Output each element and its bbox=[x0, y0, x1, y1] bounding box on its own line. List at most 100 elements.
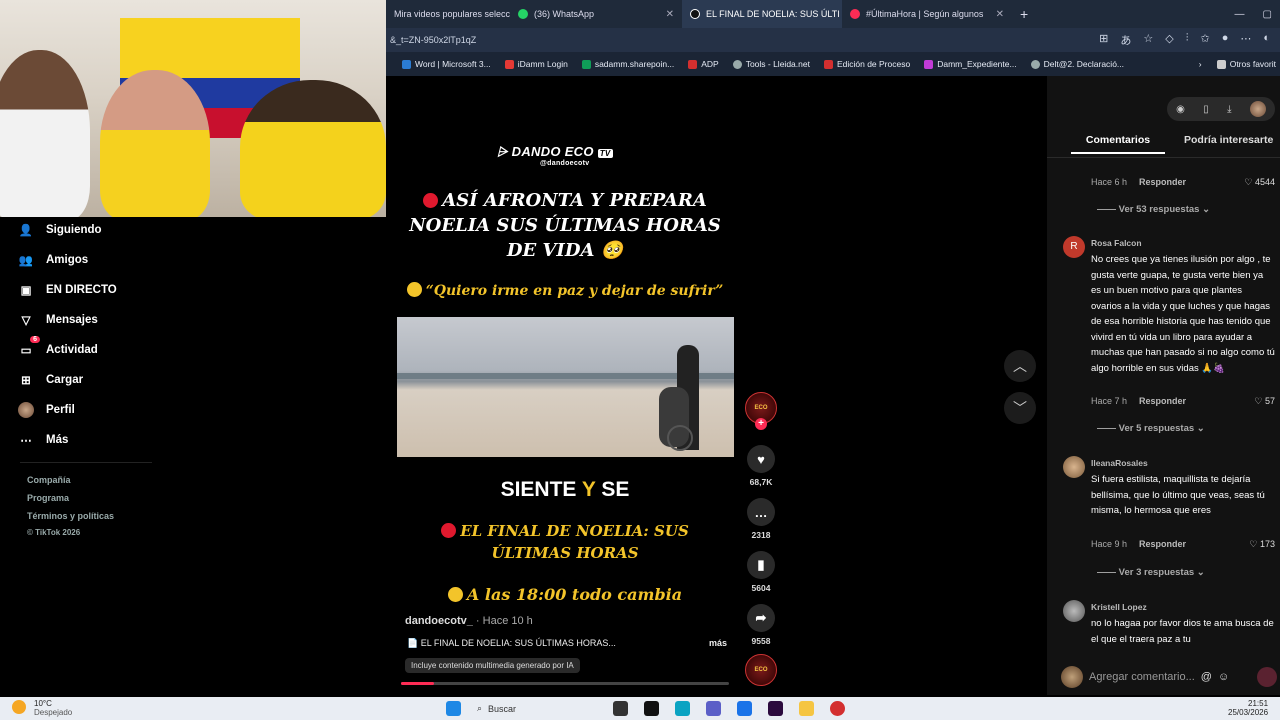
video-progress-bar[interactable] bbox=[401, 682, 729, 685]
footer-link[interactable]: Compañía bbox=[27, 475, 71, 485]
reply-button[interactable]: Responder bbox=[1139, 396, 1186, 407]
bookmark-item[interactable]: ADP bbox=[688, 59, 719, 69]
comment-button[interactable]: … 2318 bbox=[743, 498, 779, 540]
view-replies-label: Ver 5 respuestas bbox=[1118, 423, 1195, 434]
close-icon[interactable]: ✕ bbox=[666, 9, 674, 20]
creator-avatar[interactable]: ECO + bbox=[743, 392, 779, 430]
star-icon[interactable]: ☆ bbox=[1143, 32, 1153, 48]
chevron-down-icon: ﹀ bbox=[1013, 400, 1027, 416]
extensions-icon[interactable]: ◇ bbox=[1165, 32, 1173, 48]
browser-tab[interactable]: Mira videos populares seleccio✕ bbox=[386, 0, 510, 28]
view-replies-button[interactable]: —— Ver 5 respuestas ⌄ bbox=[1097, 423, 1205, 434]
split-icon[interactable]: ⫶ bbox=[1186, 32, 1189, 48]
commenter-avatar[interactable] bbox=[1063, 456, 1085, 478]
video-player[interactable]: ⩥ DANDO ECO TV @dandoecotv ASÍ AFRONTA Y … bbox=[387, 76, 743, 690]
like-button[interactable]: ♥ 68,7K bbox=[743, 445, 779, 487]
comment-input[interactable]: Agregar comentario... bbox=[1089, 671, 1195, 683]
video-frame-beach bbox=[397, 317, 734, 457]
bookmark-item[interactable]: Edición de Proceso bbox=[823, 59, 910, 69]
tab-podria-interesarte[interactable]: Podría interesarte bbox=[1184, 134, 1273, 146]
comment-meta: Hace 6 h Responder ♡ 4544 bbox=[1091, 177, 1275, 188]
sidebar-item-amigos[interactable]: 👥 Amigos bbox=[18, 252, 88, 268]
phone-icon[interactable]: ▯ bbox=[1203, 104, 1209, 115]
browser-tab[interactable]: (36) WhatsApp ✕ bbox=[510, 0, 682, 28]
author-name[interactable]: dandoecotv_ bbox=[405, 615, 473, 627]
bookmark-folder[interactable]: › Otros favorit bbox=[1199, 59, 1280, 69]
commenter-name[interactable]: Rosa Falcon bbox=[1091, 236, 1142, 252]
commenter-avatar[interactable] bbox=[1063, 600, 1085, 622]
compass-icon[interactable]: ◉ bbox=[1176, 104, 1185, 115]
sidebar-item-mas[interactable]: ⋯ Más bbox=[18, 432, 68, 448]
menu-dots-icon[interactable]: ⋯ bbox=[1240, 32, 1251, 48]
reply-button[interactable]: Responder bbox=[1139, 177, 1186, 188]
footer-link[interactable]: Programa bbox=[27, 493, 69, 503]
send-button[interactable] bbox=[1257, 667, 1277, 687]
teams-icon[interactable] bbox=[706, 701, 721, 716]
final-text: EL FINAL DE NOELIA: SUS bbox=[460, 522, 689, 540]
close-icon[interactable]: ✕ bbox=[996, 9, 1004, 20]
previous-video-button[interactable]: ︿ bbox=[1004, 350, 1036, 382]
sidebar-item-en-directo[interactable]: ▣ EN DIRECTO bbox=[18, 282, 117, 298]
app-icon[interactable]: ⊞ bbox=[1099, 32, 1108, 48]
sound-disc-icon[interactable]: ECO bbox=[745, 654, 777, 686]
weather-widget[interactable]: 10°C Despejado bbox=[34, 699, 72, 717]
view-replies-button[interactable]: —— Ver 53 respuestas ⌄ bbox=[1097, 204, 1210, 215]
bookmark-item[interactable]: iDamm Login bbox=[504, 59, 568, 69]
tiktok-app-icon[interactable] bbox=[644, 701, 659, 716]
tab-comentarios[interactable]: Comentarios bbox=[1071, 134, 1165, 154]
translate-icon[interactable]: あ bbox=[1120, 32, 1131, 48]
red-circle-icon bbox=[441, 523, 457, 538]
follow-plus-icon[interactable]: + bbox=[755, 418, 767, 430]
system-clock[interactable]: 21:51 25/03/2026 bbox=[1228, 699, 1268, 717]
profile-avatar-icon[interactable]: ● bbox=[1222, 32, 1229, 48]
task-view-icon[interactable] bbox=[613, 701, 628, 716]
bookmark-item[interactable]: Damm_Expediente... bbox=[924, 59, 1017, 69]
bookmark-item[interactable]: Tools - Lleida.net bbox=[732, 59, 810, 69]
browser-tab-active[interactable]: EL FINAL DE NOELIA: SUS ÚLTI✕ bbox=[682, 0, 842, 28]
reply-button[interactable]: Responder bbox=[1139, 539, 1186, 550]
chevron-right-icon[interactable]: › bbox=[1199, 59, 1202, 69]
edge-icon[interactable] bbox=[675, 701, 690, 716]
video-author[interactable]: dandoecotv_ · Hace 10 h bbox=[405, 615, 533, 627]
next-video-button[interactable]: ﹀ bbox=[1004, 392, 1036, 424]
mention-icon[interactable]: @ bbox=[1201, 671, 1212, 683]
save-button[interactable]: ▮ 5604 bbox=[743, 551, 779, 593]
copilot-icon[interactable]: ◐ bbox=[1263, 32, 1270, 48]
headline-line: ASÍ AFRONTA Y PREPARA bbox=[387, 188, 743, 213]
sidebar-item-siguiendo[interactable]: 👤 Siguiendo bbox=[18, 222, 102, 238]
sidebar-item-cargar[interactable]: ⊞ Cargar bbox=[18, 372, 83, 388]
sound-avatar[interactable]: ECO bbox=[743, 654, 779, 686]
taskbar-search[interactable]: ⌕ Buscar bbox=[477, 703, 597, 714]
sidebar-item-mensajes[interactable]: ▽ Mensajes bbox=[18, 312, 98, 328]
calendar-icon[interactable] bbox=[737, 701, 752, 716]
footer-link[interactable]: Términos y políticas bbox=[27, 511, 114, 521]
user-avatar[interactable] bbox=[1249, 101, 1266, 117]
comment-like[interactable]: ♡ 57 bbox=[1254, 396, 1275, 407]
favorites-icon[interactable]: ✩ bbox=[1200, 32, 1209, 48]
new-tab-button[interactable]: + bbox=[1012, 0, 1036, 28]
emoji-icon[interactable]: ☺ bbox=[1218, 671, 1229, 683]
browser-tab[interactable]: #ÚltimaHora | Según algunos ✕ bbox=[842, 0, 1012, 28]
maximize-icon[interactable]: ▢ bbox=[1263, 9, 1272, 20]
commenter-avatar[interactable]: R bbox=[1063, 236, 1085, 258]
comment-like[interactable]: ♡ 4544 bbox=[1244, 177, 1275, 188]
bookmark-item[interactable]: Word | Microsoft 3... bbox=[402, 59, 491, 69]
url-text[interactable]: &_t=ZN-950x2lTp1qZ bbox=[390, 35, 1099, 45]
bookmark-item[interactable]: Delt@2. Declaració... bbox=[1030, 59, 1124, 69]
minimize-icon[interactable]: — bbox=[1235, 9, 1245, 20]
commenter-name[interactable]: Kristell Lopez bbox=[1091, 600, 1147, 616]
view-replies-button[interactable]: —— Ver 3 respuestas ⌄ bbox=[1097, 567, 1205, 578]
comment-like[interactable]: ♡ 173 bbox=[1249, 539, 1275, 550]
adobe-icon[interactable] bbox=[768, 701, 783, 716]
bookmark-item[interactable]: sadamm.sharepoin... bbox=[581, 59, 674, 69]
windows-start-icon[interactable] bbox=[446, 701, 461, 716]
more-link[interactable]: más bbox=[709, 638, 727, 649]
share-button[interactable]: ➦ 9558 bbox=[743, 604, 779, 646]
address-bar[interactable]: &_t=ZN-950x2lTp1qZ ⊞ あ ☆ ◇ ⫶ ✩ ● ⋯ ◐ bbox=[386, 28, 1280, 52]
download-icon[interactable]: ⤓ bbox=[1227, 104, 1231, 115]
file-explorer-icon[interactable] bbox=[799, 701, 814, 716]
commenter-name[interactable]: IleanaRosales bbox=[1091, 456, 1148, 472]
chrome-icon[interactable] bbox=[830, 701, 845, 716]
sidebar-item-perfil[interactable]: Perfil bbox=[18, 402, 75, 418]
sidebar-item-actividad[interactable]: ▭ 6 Actividad bbox=[18, 336, 98, 358]
